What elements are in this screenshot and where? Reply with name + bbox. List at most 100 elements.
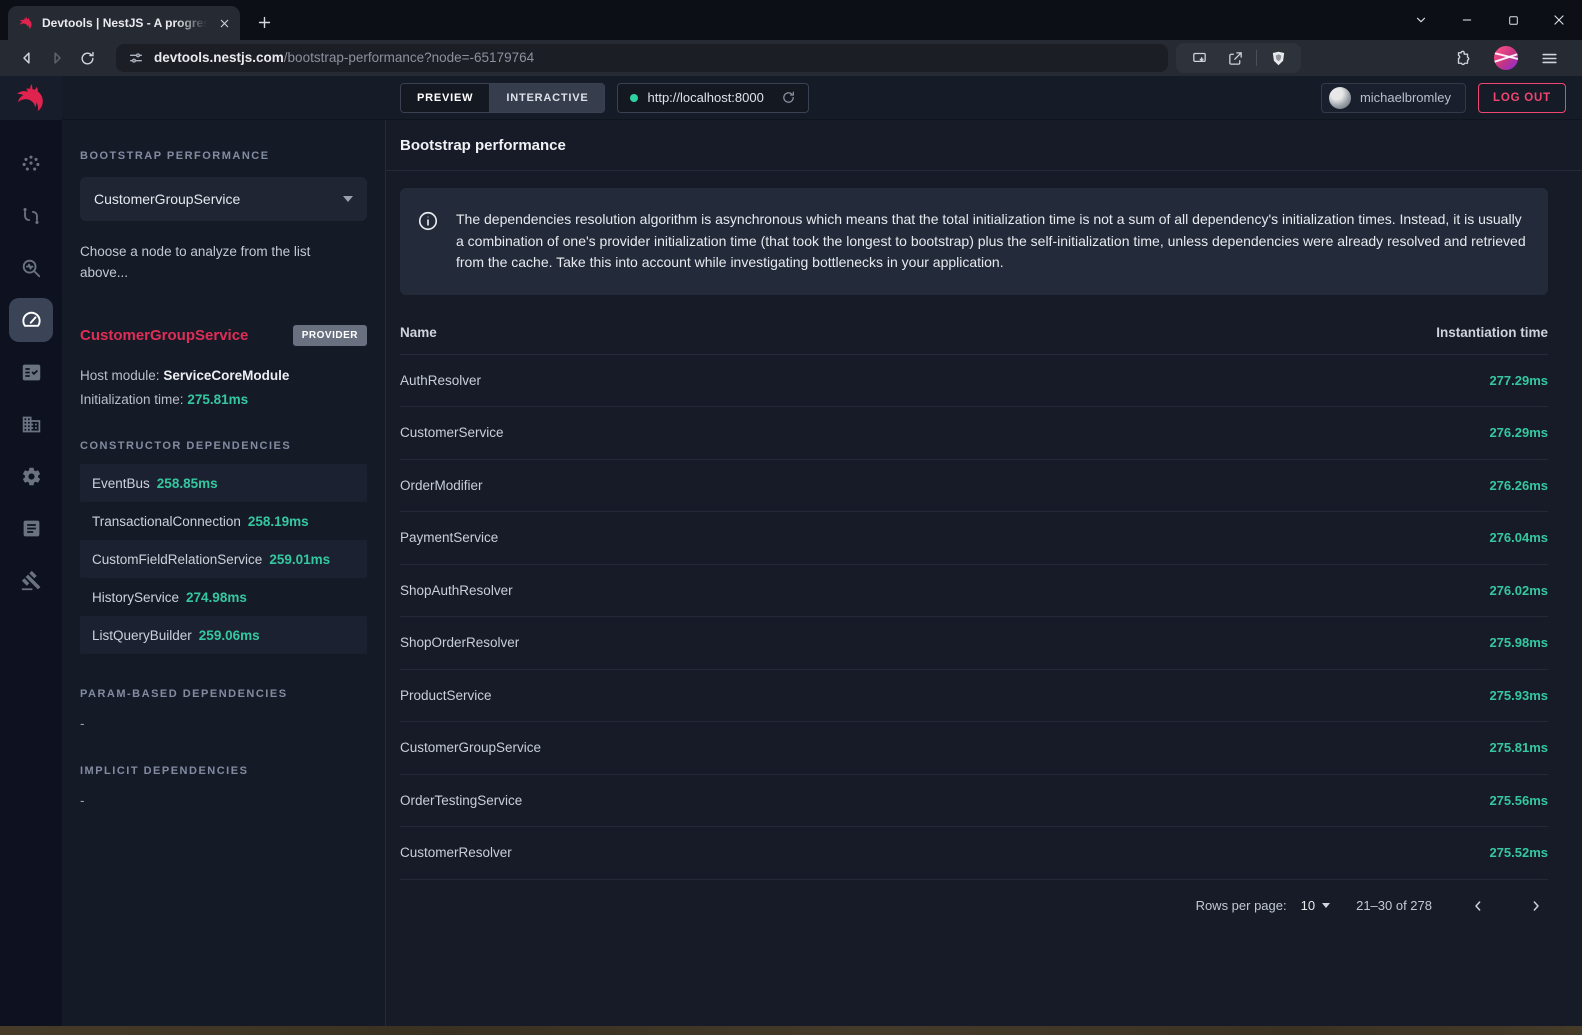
tab-close-icon[interactable] bbox=[214, 13, 234, 33]
site-settings-icon[interactable] bbox=[128, 50, 144, 66]
init-time-label: Initialization time: bbox=[80, 392, 184, 407]
node-select[interactable]: CustomerGroupService bbox=[80, 177, 367, 221]
bootstrap-performance-icon[interactable] bbox=[9, 298, 53, 342]
table-row[interactable]: ProductService 275.93ms bbox=[400, 670, 1548, 723]
pagination: Rows per page: 10 21–30 of 278 bbox=[400, 880, 1548, 932]
window-minimize-button[interactable] bbox=[1444, 0, 1490, 40]
constructor-deps-title: CONSTRUCTOR DEPENDENCIES bbox=[80, 440, 367, 452]
table-row[interactable]: CustomerResolver 275.52ms bbox=[400, 827, 1548, 880]
page-range: 21–30 of 278 bbox=[1356, 898, 1432, 913]
page-title: Bootstrap performance bbox=[400, 137, 1568, 154]
tab-search-chevron-icon[interactable] bbox=[1398, 0, 1444, 40]
gavel-icon[interactable] bbox=[9, 558, 53, 602]
tab-preview[interactable]: PREVIEW bbox=[401, 84, 489, 112]
target-url: http://localhost:8000 bbox=[647, 90, 763, 105]
url-bar[interactable]: devtools.nestjs.com/bootstrap-performanc… bbox=[116, 44, 1168, 72]
desktop-wallpaper-strip bbox=[0, 1026, 1582, 1035]
graph-icon[interactable] bbox=[9, 142, 53, 186]
brave-shield-icon[interactable] bbox=[1263, 44, 1293, 72]
mode-switcher: PREVIEW INTERACTIVE bbox=[400, 83, 605, 113]
node-select-value: CustomerGroupService bbox=[94, 191, 240, 207]
prev-page-button[interactable] bbox=[1466, 894, 1490, 918]
table-header: Name Instantiation time bbox=[400, 311, 1548, 355]
dependency-item[interactable]: TransactionalConnection 258.19ms bbox=[80, 502, 367, 540]
user-avatar bbox=[1329, 87, 1351, 109]
browser-toolbar: devtools.nestjs.com/bootstrap-performanc… bbox=[0, 40, 1582, 76]
rows-per-page-label: Rows per page: bbox=[1196, 898, 1287, 913]
menu-icon[interactable] bbox=[1534, 44, 1564, 72]
window-maximize-button[interactable] bbox=[1490, 0, 1536, 40]
table-row[interactable]: PaymentService 276.04ms bbox=[400, 512, 1548, 565]
forward-button[interactable] bbox=[42, 44, 72, 72]
rows-per-page: Rows per page: 10 bbox=[1196, 898, 1331, 913]
app-body: BOOTSTRAP PERFORMANCE CustomerGroupServi… bbox=[0, 120, 1582, 1026]
provider-badge: PROVIDER bbox=[293, 325, 367, 346]
dependency-item[interactable]: HistoryService 274.98ms bbox=[80, 578, 367, 616]
table-body: AuthResolver 277.29ms CustomerService 27… bbox=[400, 355, 1548, 880]
settings-icon[interactable] bbox=[9, 454, 53, 498]
target-url-field[interactable]: http://localhost:8000 bbox=[617, 83, 808, 113]
connection-status-dot bbox=[630, 94, 638, 102]
chevron-down-icon bbox=[1322, 903, 1330, 908]
window-close-button[interactable] bbox=[1536, 0, 1582, 40]
table-row[interactable]: CustomerService 276.29ms bbox=[400, 407, 1548, 460]
devtools-app: PREVIEW INTERACTIVE http://localhost:800… bbox=[0, 76, 1582, 1026]
main-scroll: The dependencies resolution algorithm is… bbox=[386, 171, 1582, 932]
url-host: devtools.nestjs.com bbox=[154, 50, 284, 65]
panel-hint: Choose a node to analyze from the list a… bbox=[80, 241, 330, 283]
share-icon[interactable] bbox=[1220, 44, 1250, 72]
username: michaelbromley bbox=[1360, 90, 1451, 105]
implicit-deps-value: - bbox=[80, 793, 367, 808]
insights-icon[interactable] bbox=[9, 246, 53, 290]
table-row[interactable]: ShopOrderResolver 275.98ms bbox=[400, 617, 1548, 670]
tab-title: Devtools | NestJS - A progressive bbox=[42, 16, 214, 30]
header-right: michaelbromley LOG OUT bbox=[1321, 83, 1582, 113]
audit-icon[interactable] bbox=[9, 350, 53, 394]
icon-sidebar bbox=[0, 120, 62, 1026]
next-page-button[interactable] bbox=[1524, 894, 1548, 918]
table-row[interactable]: AuthResolver 277.29ms bbox=[400, 355, 1548, 408]
node-name: CustomerGroupService bbox=[80, 327, 248, 344]
chevron-down-icon bbox=[343, 196, 353, 202]
docs-icon[interactable] bbox=[9, 506, 53, 550]
node-meta: Host module: ServiceCoreModule Initializ… bbox=[80, 364, 367, 412]
browser-profile-avatar[interactable] bbox=[1494, 46, 1518, 70]
nestjs-logo-icon bbox=[0, 76, 62, 120]
panel-section-title: BOOTSTRAP PERFORMANCE bbox=[80, 150, 367, 162]
back-button[interactable] bbox=[12, 44, 42, 72]
dependency-item[interactable]: EventBus 258.85ms bbox=[80, 464, 367, 502]
param-deps-value: - bbox=[80, 716, 367, 731]
table-row[interactable]: ShopAuthResolver 276.02ms bbox=[400, 565, 1548, 618]
toolbar-right bbox=[1448, 44, 1570, 72]
browser-tab[interactable]: Devtools | NestJS - A progressive bbox=[8, 6, 240, 40]
dependency-item[interactable]: ListQueryBuilder 259.06ms bbox=[80, 616, 367, 654]
implicit-deps-title: IMPLICIT DEPENDENCIES bbox=[80, 765, 367, 777]
tab-interactive[interactable]: INTERACTIVE bbox=[489, 84, 604, 112]
col-name: Name bbox=[400, 325, 437, 340]
info-box: The dependencies resolution algorithm is… bbox=[400, 188, 1548, 295]
table-row[interactable]: OrderTestingService 275.56ms bbox=[400, 775, 1548, 828]
reading-list-icon[interactable] bbox=[1184, 44, 1214, 72]
main-title-row: Bootstrap performance bbox=[386, 120, 1582, 171]
dependency-item[interactable]: CustomFieldRelationService 259.01ms bbox=[80, 540, 367, 578]
host-module-value: ServiceCoreModule bbox=[163, 368, 289, 383]
user-chip[interactable]: michaelbromley bbox=[1321, 83, 1466, 113]
reload-button[interactable] bbox=[72, 44, 102, 72]
browser-tabstrip: Devtools | NestJS - A progressive bbox=[0, 0, 1582, 40]
extensions-icon[interactable] bbox=[1448, 44, 1478, 72]
host-module-label: Host module: bbox=[80, 368, 160, 383]
toolbar-cluster bbox=[1176, 43, 1301, 73]
toolbar-divider bbox=[1256, 50, 1257, 66]
table-row[interactable]: CustomerGroupService 275.81ms bbox=[400, 722, 1548, 775]
nestjs-favicon-icon bbox=[18, 15, 34, 31]
node-header: CustomerGroupService PROVIDER bbox=[80, 325, 367, 346]
refresh-target-icon[interactable] bbox=[781, 90, 796, 105]
logout-button[interactable]: LOG OUT bbox=[1478, 83, 1566, 113]
routes-icon[interactable] bbox=[9, 194, 53, 238]
new-tab-button[interactable] bbox=[250, 8, 278, 36]
main-content: Bootstrap performance The dependencies r… bbox=[386, 120, 1582, 1026]
constructor-deps-list: EventBus 258.85ms TransactionalConnectio… bbox=[80, 464, 367, 654]
rows-per-page-select[interactable]: 10 bbox=[1301, 898, 1330, 913]
table-row[interactable]: OrderModifier 276.26ms bbox=[400, 460, 1548, 513]
modules-icon[interactable] bbox=[9, 402, 53, 446]
